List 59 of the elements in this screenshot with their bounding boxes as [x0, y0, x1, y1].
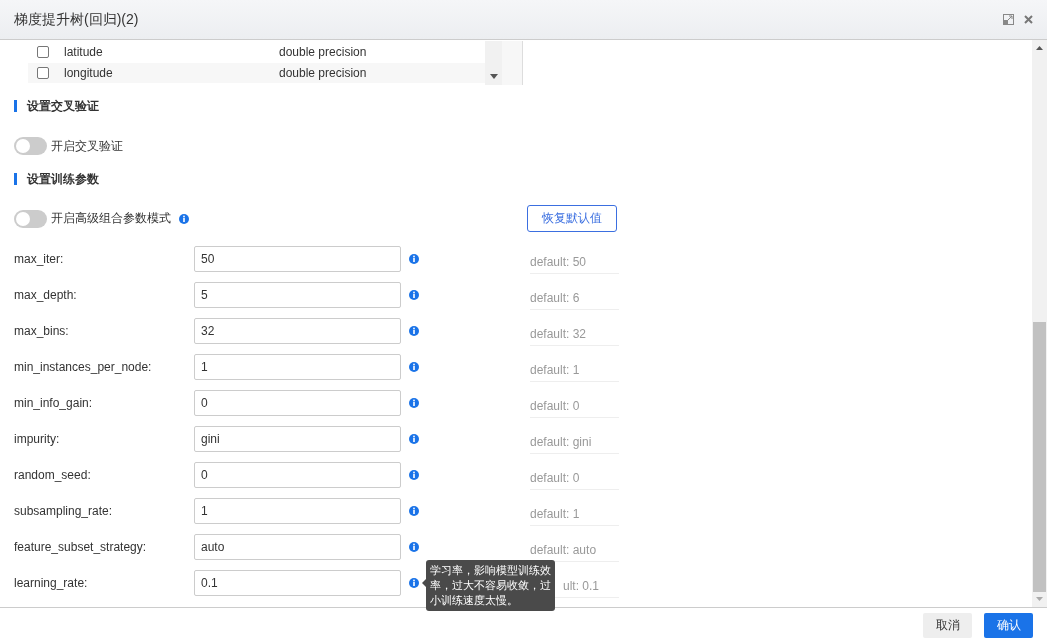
param-label: max_depth:: [13, 288, 78, 302]
toggle-switch[interactable]: [14, 137, 47, 155]
toggle-label: 开启交叉验证: [51, 137, 123, 155]
input-field[interactable]: 5: [194, 282, 401, 308]
toggle-label: 开启高级组合参数模式: [51, 210, 171, 227]
window-title: 梯度提升树(回归)(2): [14, 10, 140, 29]
info-icon[interactable]: [409, 398, 419, 408]
default-value: default: 0: [530, 394, 619, 418]
checkbox[interactable]: [37, 46, 49, 58]
info-icon[interactable]: [409, 362, 419, 372]
section-heading: 设置交叉验证: [27, 97, 99, 115]
default-value: default: 6: [530, 286, 619, 310]
info-icon[interactable]: [409, 254, 419, 264]
input-field[interactable]: gini: [194, 426, 401, 452]
info-icon[interactable]: [409, 326, 419, 336]
info-icon[interactable]: [179, 213, 189, 224]
info-icon[interactable]: [409, 542, 419, 552]
param-label: subsampling_rate:: [13, 504, 114, 518]
param-label: min_instances_per_node:: [13, 360, 153, 374]
default-value: default: 1: [530, 502, 619, 526]
input-field[interactable]: 1: [194, 498, 401, 524]
checkbox[interactable]: [37, 67, 49, 79]
info-icon[interactable]: [409, 578, 419, 588]
input-field[interactable]: auto: [194, 534, 401, 560]
info-icon[interactable]: [409, 470, 419, 480]
default-value: default: 1: [530, 358, 619, 382]
column-type: double precision: [279, 45, 367, 59]
reset-defaults-button[interactable]: 恢复默认值: [527, 205, 617, 232]
column-name: longitude: [64, 66, 114, 80]
default-value: default: 32: [530, 322, 619, 346]
info-icon[interactable]: [409, 290, 419, 300]
param-label: max_bins:: [13, 324, 70, 338]
param-label: learning_rate:: [13, 576, 89, 590]
section-heading: 设置训练参数: [27, 170, 99, 188]
column-name: latitude: [64, 45, 104, 59]
default-value: default: gini: [530, 430, 619, 454]
scroll-down-icon[interactable]: [489, 74, 498, 79]
input-field[interactable]: 32: [194, 318, 401, 344]
param-label: random_seed:: [13, 468, 92, 482]
toggle-switch[interactable]: [14, 209, 47, 228]
param-label: min_info_gain:: [13, 396, 94, 410]
info-icon[interactable]: [409, 434, 419, 444]
column-type: double precision: [279, 66, 367, 80]
close-icon[interactable]: [1024, 15, 1033, 24]
cancel-button[interactable]: 取消: [923, 613, 972, 638]
param-label: max_iter:: [13, 252, 65, 266]
scrollbar[interactable]: [1032, 40, 1047, 607]
input-field[interactable]: 1: [194, 354, 401, 380]
input-field[interactable]: 50: [194, 246, 401, 272]
default-value: default: 50: [530, 250, 619, 274]
input-field[interactable]: 0.1: [194, 570, 401, 596]
confirm-button[interactable]: 确认: [984, 613, 1033, 638]
input-field[interactable]: 0: [194, 462, 401, 488]
input-field[interactable]: 0: [194, 390, 401, 416]
param-label: feature_subset_strategy:: [13, 540, 148, 554]
info-icon[interactable]: [409, 506, 419, 516]
default-value: default: 0: [530, 466, 619, 490]
param-label: impurity:: [13, 432, 61, 446]
restore-icon[interactable]: [1003, 14, 1014, 25]
